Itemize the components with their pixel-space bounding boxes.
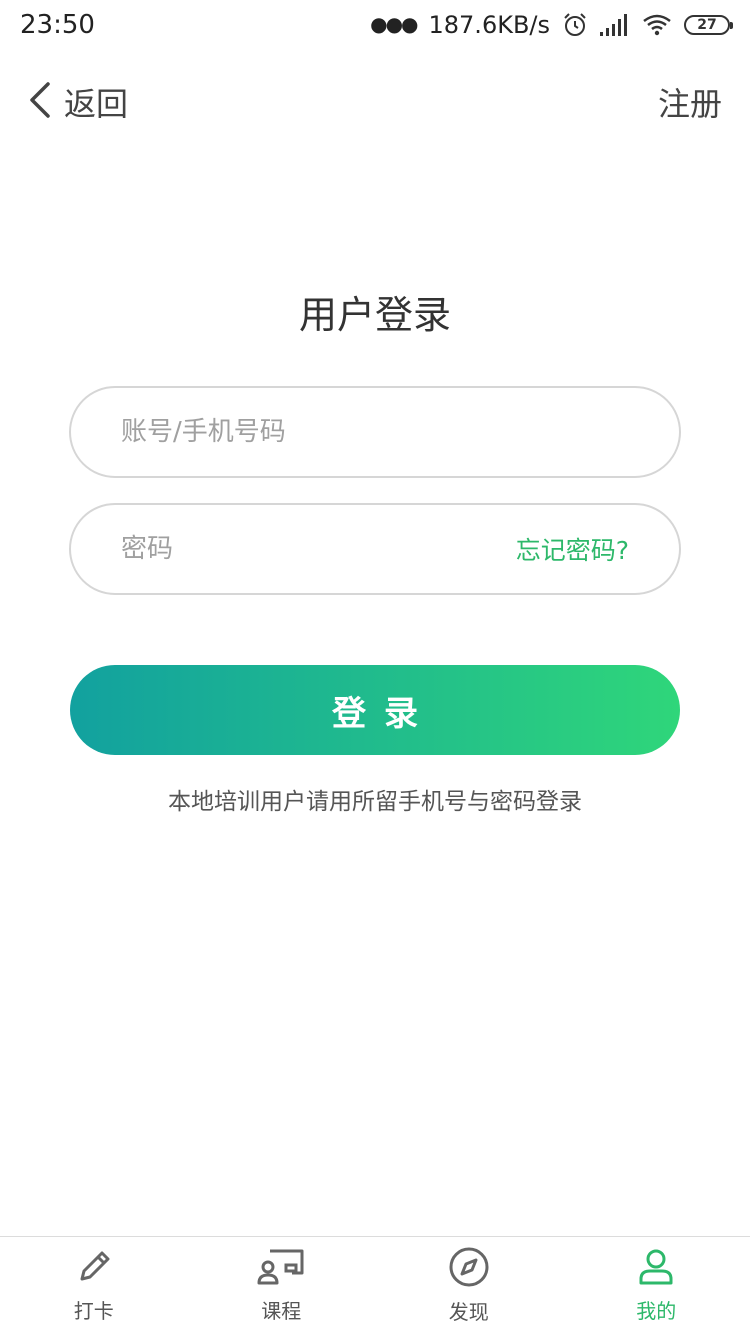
user-icon	[636, 1247, 676, 1291]
chevron-left-icon	[28, 82, 52, 122]
more-dots-icon: ●●●	[370, 12, 418, 36]
back-button[interactable]: 返回	[28, 79, 128, 125]
tab-label: 打卡	[73, 1299, 114, 1323]
account-field	[69, 386, 681, 478]
login-button[interactable]: 登录	[70, 665, 680, 755]
tab-label: 我的	[636, 1299, 677, 1323]
tab-label: 发现	[448, 1300, 489, 1324]
password-field: 忘记密码?	[69, 503, 681, 595]
tab-checkin[interactable]: 打卡	[0, 1237, 188, 1334]
signal-icon	[600, 14, 630, 36]
register-button[interactable]: 注册	[658, 79, 722, 125]
forgot-password-link[interactable]: 忘记密码?	[516, 531, 629, 567]
account-input[interactable]	[121, 417, 629, 447]
status-indicators: ●●● 187.6KB/s 27	[370, 11, 733, 39]
password-input[interactable]	[121, 534, 516, 564]
pencil-icon	[74, 1247, 114, 1291]
battery-icon: 27	[684, 15, 733, 35]
nav-bar: 返回 注册	[0, 62, 750, 142]
wifi-icon	[642, 14, 672, 36]
status-bar: 23:50 ●●● 187.6KB/s 27	[0, 0, 750, 50]
network-speed: 187.6KB/s	[428, 11, 551, 39]
compass-icon	[448, 1246, 490, 1292]
status-time: 23:50	[20, 10, 95, 40]
alarm-icon	[562, 12, 588, 38]
course-icon	[256, 1247, 306, 1291]
tab-courses[interactable]: 课程	[188, 1237, 376, 1334]
tab-label: 课程	[261, 1299, 302, 1323]
back-label: 返回	[64, 85, 129, 123]
tab-discover[interactable]: 发现	[375, 1237, 563, 1334]
page-title: 用户登录	[298, 293, 451, 337]
login-hint: 本地培训用户请用所留手机号与密码登录	[168, 789, 582, 815]
tab-bar: 打卡 课程 发现 我的	[0, 1236, 750, 1334]
tab-mine[interactable]: 我的	[563, 1237, 750, 1334]
